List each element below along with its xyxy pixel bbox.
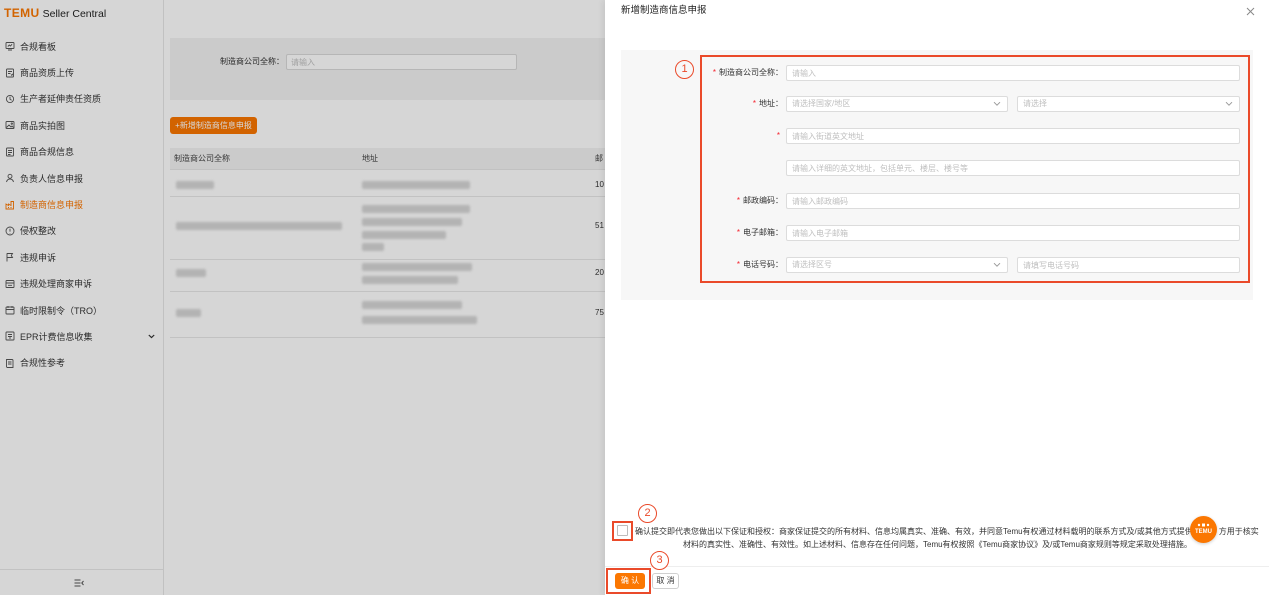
postal-code-label: * 邮政编码： [701, 193, 783, 209]
email-label-text: 电子邮箱： [743, 228, 783, 237]
required-mark: * [752, 99, 756, 108]
postal-code-label-text: 邮政编码： [743, 196, 783, 205]
email-input[interactable] [786, 225, 1240, 241]
confirm-button[interactable]: 确 认 [615, 573, 645, 589]
detail-address-input[interactable] [786, 160, 1240, 176]
agreement-text-line-1: 确认提交即代表您做出以下保证和授权：商家保证提交的所有材料、信息均属真实、准确、… [635, 526, 1259, 537]
company-name-label: * 制造商公司全称： [701, 65, 783, 81]
chevron-down-icon [1225, 101, 1233, 107]
phone-label: * 电话号码： [701, 257, 783, 273]
region-select-placeholder: 请选择 [1023, 99, 1047, 108]
region-select[interactable]: 请选择 [1017, 96, 1240, 112]
company-name-label-text: 制造商公司全称： [719, 68, 783, 77]
agreement-text-line-2: 材料的真实性、准确性、有效性。如上述材料、信息存在任何问题，Temu有权按照《T… [683, 540, 1192, 549]
required-mark: * [776, 131, 780, 140]
country-select-placeholder: 请选择国家/地区 [792, 99, 851, 108]
street-address-input[interactable] [786, 128, 1240, 144]
email-label: * 电子邮箱： [701, 225, 783, 241]
required-mark: * [736, 260, 740, 269]
address-label: * 地址： [701, 96, 783, 112]
agreement-text-part-2: 方用于核实 [1218, 527, 1259, 536]
add-manufacturer-drawer: 新增制造商信息申报 1 *制造商公司全称： *地址： 请选择国家/地区 请选择 … [605, 0, 1269, 595]
drawer-title: 新增制造商信息申报 [621, 5, 707, 16]
country-select[interactable]: 请选择国家/地区 [786, 96, 1008, 112]
sparkle-icon [1197, 522, 1210, 528]
temu-float-button[interactable]: TEMU [1190, 516, 1217, 543]
annotation-marker-1: 1 [675, 60, 694, 79]
chevron-down-icon [993, 262, 1001, 268]
postal-code-input[interactable] [786, 193, 1240, 209]
required-mark: * [736, 228, 740, 237]
phone-number-input[interactable] [1017, 257, 1240, 273]
cancel-button[interactable]: 取 消 [652, 573, 679, 589]
temu-badge-label: TEMU [1195, 529, 1212, 535]
required-mark: * [736, 196, 740, 205]
company-name-input[interactable] [786, 65, 1240, 81]
phone-label-text: 电话号码： [743, 260, 783, 269]
agreement-checkbox[interactable] [617, 525, 628, 536]
area-code-placeholder: 请选择区号 [792, 260, 832, 269]
area-code-select[interactable]: 请选择区号 [786, 257, 1008, 273]
chevron-down-icon [993, 101, 1001, 107]
close-icon[interactable] [1246, 7, 1255, 16]
agreement-text-part-1: 确认提交即代表您做出以下保证和授权：商家保证提交的所有材料、信息均属真实、准确、… [635, 527, 1193, 536]
required-mark: * [712, 68, 716, 77]
street-label: * [701, 128, 783, 144]
address-label-text: 地址： [759, 99, 783, 108]
annotation-marker-2: 2 [638, 504, 657, 523]
annotation-marker-3: 3 [650, 551, 669, 570]
footer-divider [605, 566, 1269, 567]
